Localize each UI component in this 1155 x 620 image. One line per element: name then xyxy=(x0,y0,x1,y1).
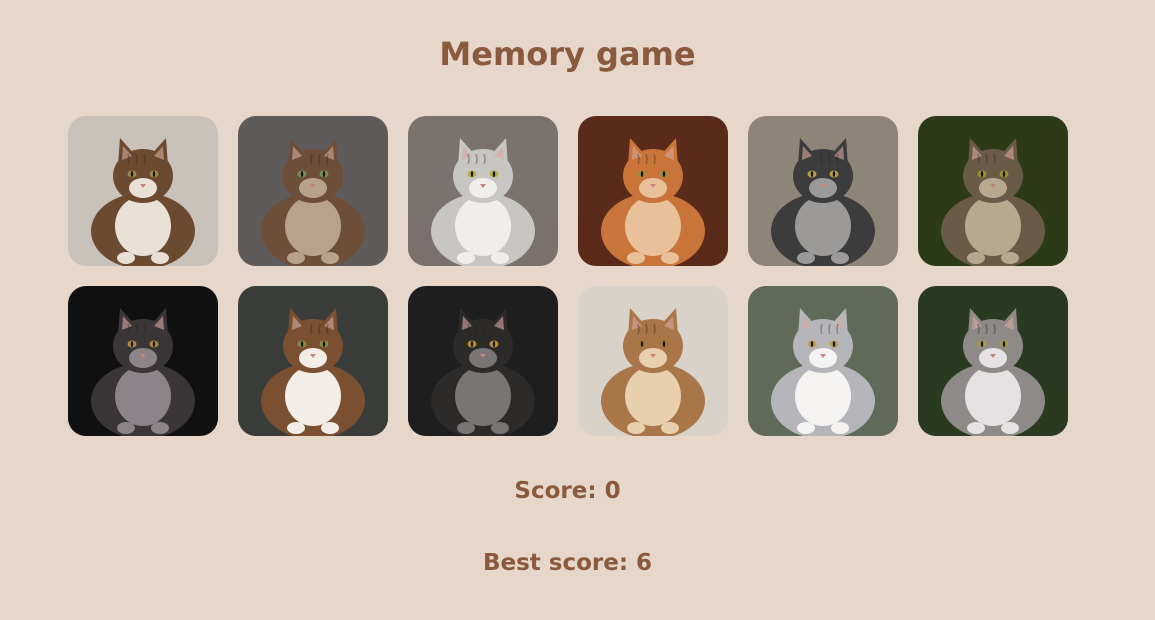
memory-card[interactable] xyxy=(578,286,728,436)
memory-card[interactable] xyxy=(578,116,728,266)
score-display: Score: 0 xyxy=(514,478,621,504)
silver-tabby-image xyxy=(408,116,558,266)
red-tabby-lying-image xyxy=(578,286,728,436)
memory-card[interactable] xyxy=(68,286,218,436)
memory-card[interactable] xyxy=(68,116,218,266)
silver-lying-cat-image xyxy=(748,286,898,436)
tabby-on-green-image xyxy=(918,116,1068,266)
best-score-display: Best score: 6 xyxy=(482,550,653,576)
memory-card[interactable] xyxy=(748,286,898,436)
memory-card[interactable] xyxy=(238,116,388,266)
black-maine-coon-image xyxy=(408,286,558,436)
orange-maine-coon-image xyxy=(578,116,728,266)
calico-kitten-image xyxy=(238,286,388,436)
card-grid xyxy=(68,116,1068,436)
fluffy-kitten-image xyxy=(238,116,388,266)
black-smoke-cat-image xyxy=(68,286,218,436)
grey-tabby-walking-image xyxy=(748,116,898,266)
memory-card[interactable] xyxy=(918,116,1068,266)
grey-cat-snow-image xyxy=(918,286,1068,436)
memory-card[interactable] xyxy=(408,116,558,266)
memory-card[interactable] xyxy=(748,116,898,266)
memory-card[interactable] xyxy=(238,286,388,436)
memory-card[interactable] xyxy=(408,286,558,436)
maine-coon-pair-image xyxy=(68,116,218,266)
memory-card[interactable] xyxy=(918,286,1068,436)
page-title: Memory game xyxy=(439,35,696,73)
